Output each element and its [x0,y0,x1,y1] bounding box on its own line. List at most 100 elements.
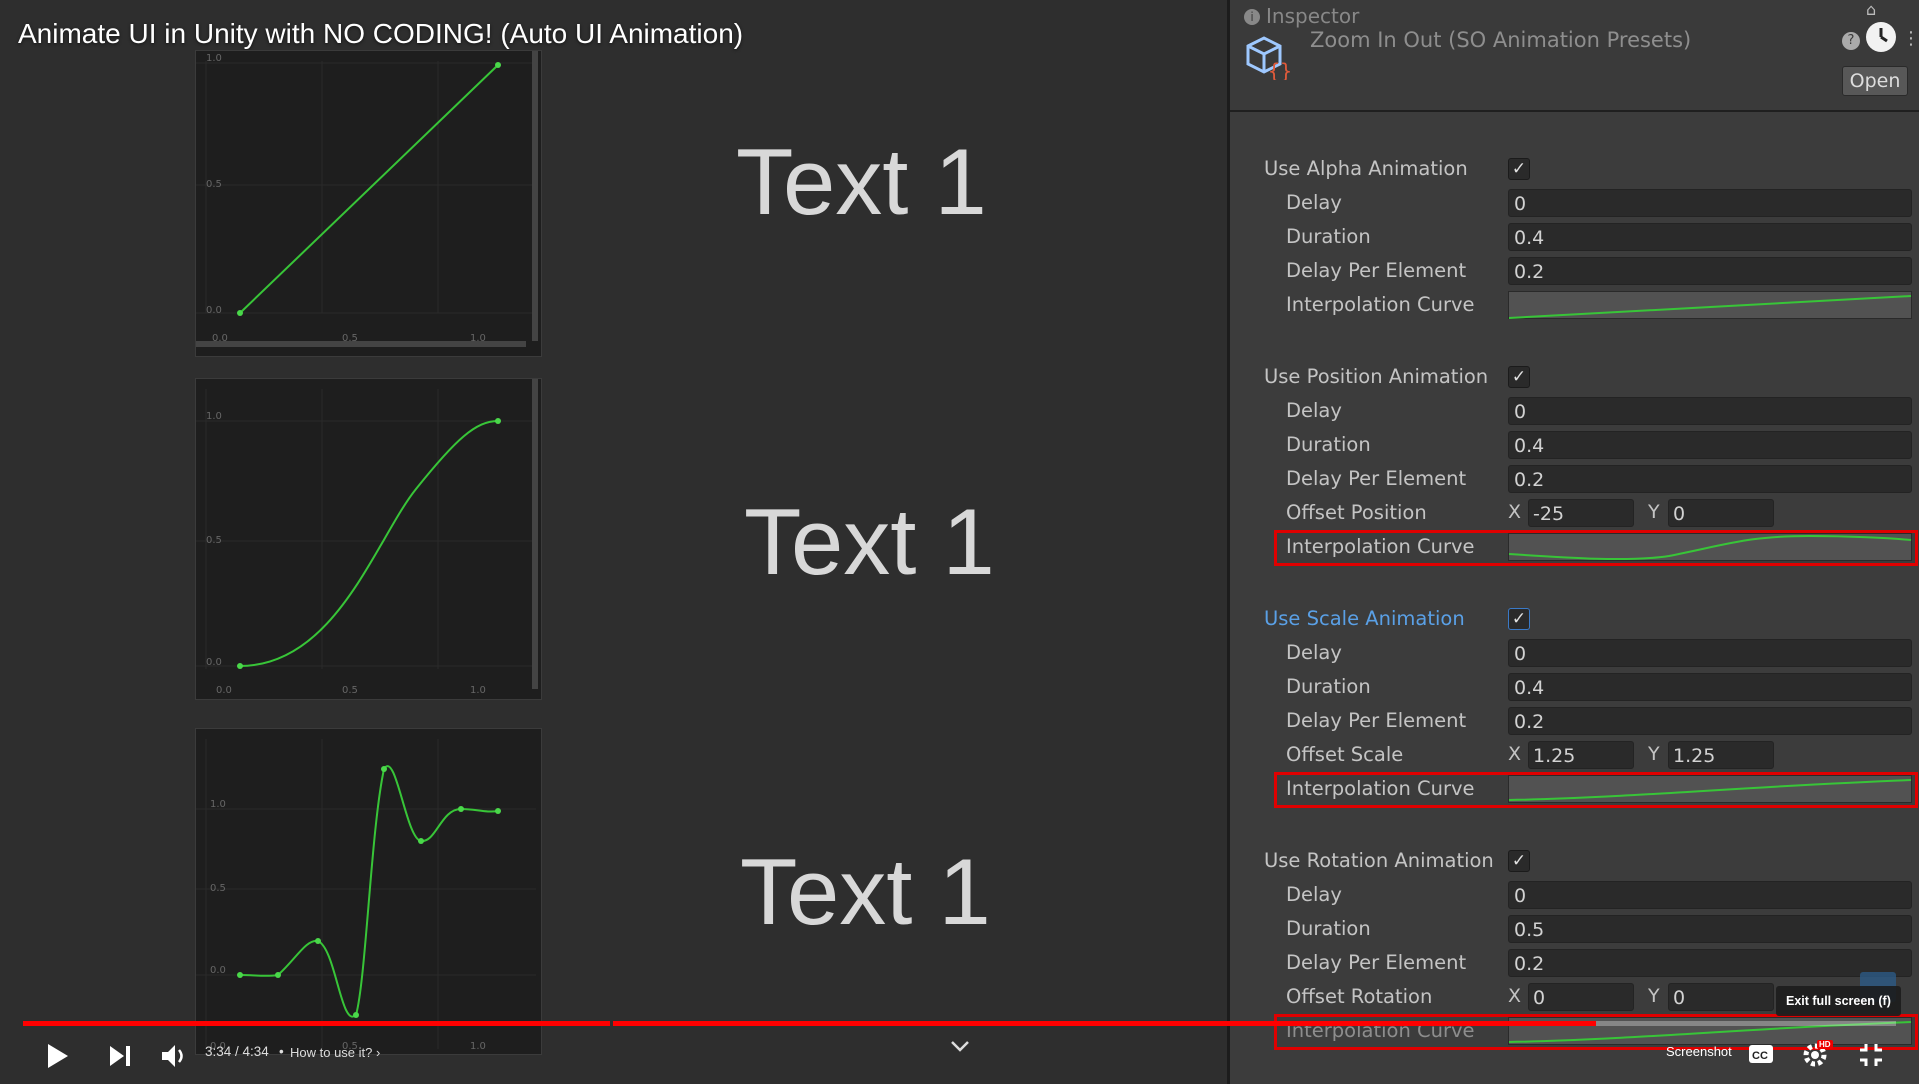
chapter-title[interactable]: How to use it? › [290,1045,380,1060]
time-display: 3:34 / 4:34 [205,1044,269,1059]
position-duration-field[interactable]: 0.4 [1508,431,1912,459]
preview-text-2: Text 1 [744,489,995,594]
graph1-ytick-0: 0.0 [206,305,222,316]
progress-played [23,1021,1597,1026]
rotation-delay-per-element-field[interactable]: 0.2 [1508,949,1912,977]
position-duration-label: Duration [1286,433,1371,456]
rotation-duration-field[interactable]: 0.5 [1508,915,1912,943]
position-delay-per-element-field[interactable]: 0.2 [1508,465,1912,493]
volume-icon[interactable] [160,1042,188,1070]
preview-text-3: Text 1 [740,839,991,944]
graph3-ytick-05: 0.5 [210,883,226,894]
position-delay-field[interactable]: 0 [1508,397,1912,425]
alpha-delay-label: Delay [1286,191,1342,214]
offset-scale-x-field[interactable]: 1.25 [1528,741,1634,769]
scale-duration-field[interactable]: 0.4 [1508,673,1912,701]
alpha-curve-label: Interpolation Curve [1286,293,1475,316]
asset-name: Zoom In Out (SO Animation Presets) [1310,28,1692,52]
use-alpha-animation-checkbox[interactable]: ✓ [1508,158,1530,180]
alpha-duration-field[interactable]: 0.4 [1508,223,1912,251]
scale-duration-label: Duration [1286,675,1371,698]
alpha-delay-per-element-field[interactable]: 0.2 [1508,257,1912,285]
graph1-ytick-1: 1.0 [206,53,222,64]
curve-graph-linear-plot: 1.0 0.5 0.0 0.0 0.5 1.0 [196,51,538,347]
graph2-xtick-05: 0.5 [342,685,358,696]
clock-icon[interactable] [1866,22,1896,52]
graph1-xtick-0: 0.0 [212,333,228,344]
play-icon[interactable] [46,1042,70,1070]
next-icon[interactable] [108,1044,132,1068]
scale-delay-per-element-field[interactable]: 0.2 [1508,707,1912,735]
time-separator: • [279,1044,284,1059]
inspector-panel: i Inspector ⌂ {} Zoom In Out (SO Animatio… [1227,0,1919,1084]
alpha-duration-label: Duration [1286,225,1371,248]
use-scale-animation-label: Use Scale Animation [1264,607,1465,630]
graph2-ytick-1: 1.0 [206,411,222,422]
graph1-xtick-05: 0.5 [342,333,358,344]
position-delay-label: Delay [1286,399,1342,422]
chapter-marker [610,1019,613,1028]
graph3-ytick-1: 1.0 [210,799,226,810]
curve-graph-linear: 1.0 0.5 0.0 0.0 0.5 1.0 [195,50,542,357]
open-button[interactable]: Open [1842,66,1908,96]
offset-position-x-label: X [1508,501,1522,523]
rotation-delay-label: Delay [1286,883,1342,906]
exit-fullscreen-tooltip: Exit full screen (f) [1776,986,1901,1016]
offset-scale-label: Offset Scale [1286,743,1404,766]
offset-rotation-y-field[interactable]: 0 [1668,983,1774,1011]
preview-text-1: Text 1 [736,129,987,234]
offset-position-y-label: Y [1648,501,1660,523]
alpha-curve-field[interactable] [1508,291,1912,319]
chevron-down-icon[interactable] [950,1040,970,1054]
progress-bar[interactable] [23,1021,1896,1026]
offset-position-x-field[interactable]: -25 [1528,499,1634,527]
scale-delay-label: Delay [1286,641,1342,664]
offset-rotation-x-field[interactable]: 0 [1528,983,1634,1011]
use-scale-animation-checkbox[interactable]: ✓ [1508,608,1530,630]
use-rotation-animation-label: Use Rotation Animation [1264,849,1494,872]
use-position-animation-label: Use Position Animation [1264,365,1489,388]
alpha-delay-per-element-label: Delay Per Element [1286,259,1467,282]
position-curve-highlight [1274,530,1918,566]
graph1-xtick-1: 1.0 [470,333,486,344]
use-alpha-animation-label: Use Alpha Animation [1264,157,1468,180]
scale-curve-highlight [1274,772,1918,808]
graph2-xtick-0: 0.0 [216,685,232,696]
exit-fullscreen-icon[interactable] [1858,1042,1884,1068]
curve-graph-elastic-plot: 1.0 0.5 0.0 0.0 0.5 1.0 [196,739,536,1052]
graph3-ytick-0: 0.0 [210,965,226,976]
inspector-tab[interactable]: i Inspector [1244,4,1359,28]
video-frame[interactable]: Animate UI in Unity with NO CODING! (Aut… [0,0,1919,1084]
screenshot-button[interactable]: Screenshot [1666,1044,1732,1059]
position-delay-per-element-label: Delay Per Element [1286,467,1467,490]
svg-text:{}: {} [1268,59,1290,80]
kebab-menu-icon[interactable]: ⋮ [1902,28,1919,49]
offset-rotation-label: Offset Rotation [1286,985,1433,1008]
rotation-duration-label: Duration [1286,917,1371,940]
offset-position-label: Offset Position [1286,501,1427,524]
use-position-animation-checkbox[interactable]: ✓ [1508,366,1530,388]
inspector-header: i Inspector ⌂ {} Zoom In Out (SO Animatio… [1230,0,1919,112]
scale-delay-field[interactable]: 0 [1508,639,1912,667]
chapter-title-label: How to use it? [290,1045,373,1060]
rotation-delay-field[interactable]: 0 [1508,881,1912,909]
rotation-delay-per-element-label: Delay Per Element [1286,951,1467,974]
offset-scale-y-field[interactable]: 1.25 [1668,741,1774,769]
hd-badge: HD [1817,1040,1833,1049]
inspector-tab-label: Inspector [1266,4,1360,28]
offset-scale-y-label: Y [1648,743,1660,765]
curve-graph-ease-in-out: 1.0 0.5 0.0 0.0 0.5 1.0 [195,378,542,700]
offset-scale-x-label: X [1508,743,1522,765]
player-controls: 3:34 / 4:34 • How to use it? › Screensho… [0,1030,1919,1084]
graph2-ytick-0: 0.0 [206,657,222,668]
graph2-xtick-1: 1.0 [470,685,486,696]
alpha-delay-field[interactable]: 0 [1508,189,1912,217]
curve-graph-ease-in-out-plot: 1.0 0.5 0.0 0.0 0.5 1.0 [196,379,538,696]
help-icon[interactable]: ? [1842,32,1860,50]
graph1-ytick-05: 0.5 [206,179,222,190]
use-rotation-animation-checkbox[interactable]: ✓ [1508,850,1530,872]
lock-icon[interactable]: ⌂ [1866,0,1876,19]
captions-icon[interactable]: CC [1748,1044,1774,1064]
offset-position-y-field[interactable]: 0 [1668,499,1774,527]
svg-text:CC: CC [1752,1050,1768,1062]
